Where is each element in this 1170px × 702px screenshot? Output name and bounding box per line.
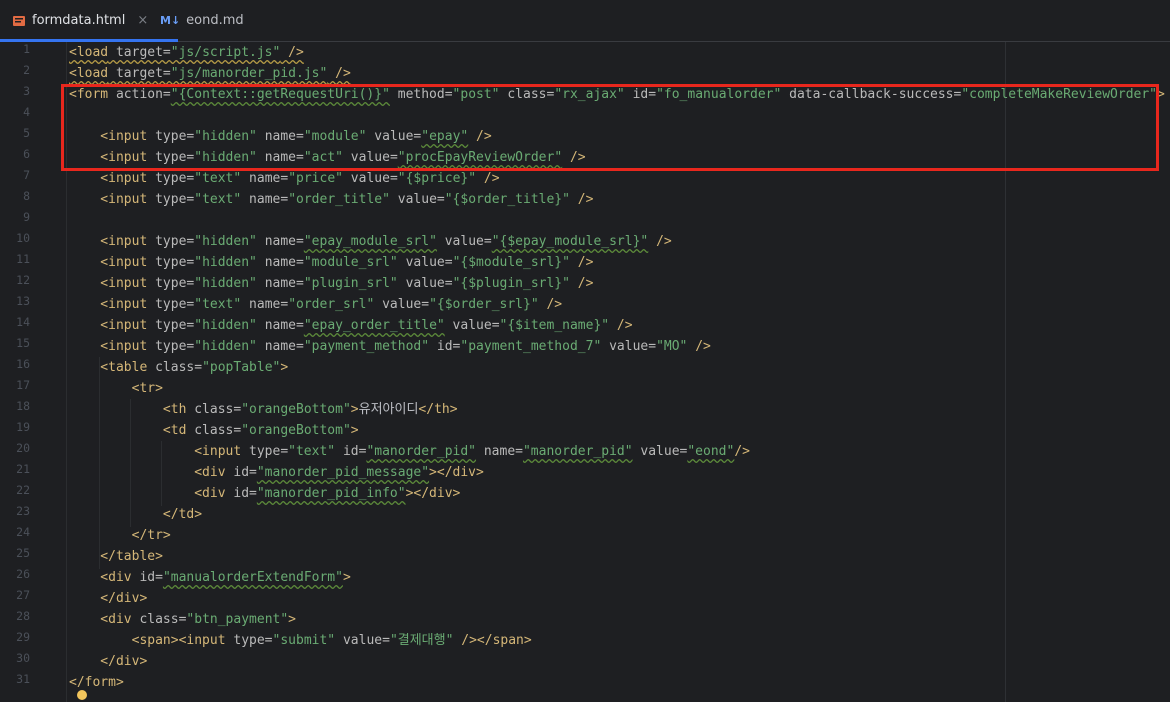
code-line: <input type="hidden" name="payment_metho…	[69, 339, 711, 354]
line-number: 27	[16, 588, 30, 602]
line-number: 17	[16, 378, 30, 392]
code-line: </form>	[69, 675, 124, 690]
code-line: <table class="popTable">	[69, 360, 289, 375]
line-number: 28	[16, 609, 30, 623]
line-number: 24	[16, 525, 30, 539]
line-number: 20	[16, 441, 30, 455]
code-line: <input type="hidden" name="module_srl" v…	[69, 255, 594, 270]
line-number: 16	[16, 357, 30, 371]
line-number: 6	[23, 147, 30, 161]
line-number: 26	[16, 567, 30, 581]
line-number: 12	[16, 273, 30, 287]
code-line: </div>	[69, 654, 148, 669]
line-number: 3	[23, 84, 30, 98]
code-line: <input type="hidden" name="module" value…	[69, 129, 492, 144]
code-line: <input type="hidden" name="plugin_srl" v…	[69, 276, 594, 291]
code-line: <load target="js/manorder_pid.js" />	[69, 66, 351, 81]
editor-tab-bar: formdata.html × M↓ eond.md	[0, 0, 1170, 42]
line-number: 22	[16, 483, 30, 497]
line-number-gutter: 1 2 3 4 5 6 7 8 9 10 11 12 13 14 15 16 1…	[0, 42, 44, 702]
code-line: <load target="js/script.js" />	[69, 45, 304, 60]
code-line: <input type="text" name="price" value="{…	[69, 171, 500, 186]
code-line: <input type="text" id="manorder_pid" nam…	[69, 444, 750, 459]
line-number: 1	[23, 42, 30, 56]
line-number: 9	[23, 210, 30, 224]
indent-guide	[66, 42, 67, 702]
code-line: </td>	[69, 507, 203, 522]
code-line: </div>	[69, 591, 148, 606]
line-number: 15	[16, 336, 30, 350]
line-number: 23	[16, 504, 30, 518]
code-line: </table>	[69, 549, 163, 564]
code-line: </tr>	[69, 528, 171, 543]
line-number: 7	[23, 168, 30, 182]
line-number: 11	[16, 252, 30, 266]
code-line: <input type="hidden" name="epay_order_ti…	[69, 318, 633, 333]
line-number: 13	[16, 294, 30, 308]
line-number: 19	[16, 420, 30, 434]
markdown-file-icon: M↓	[160, 14, 181, 27]
code-line: <td class="orangeBottom">	[69, 423, 359, 438]
tab-label: eond.md	[186, 13, 244, 28]
line-number: 2	[23, 63, 30, 77]
line-number: 10	[16, 231, 30, 245]
code-line: <input type="hidden" name="act" value="p…	[69, 150, 586, 165]
line-number: 8	[23, 189, 30, 203]
code-line: <form action="{Context::getRequestUri()}…	[69, 87, 1165, 102]
code-line: <input type="text" name="order_srl" valu…	[69, 297, 563, 312]
line-number: 25	[16, 546, 30, 560]
code-line: <div class="btn_payment">	[69, 612, 296, 627]
code-line: <div id="manualorderExtendForm">	[69, 570, 351, 585]
tab-label: formdata.html	[32, 13, 126, 28]
code-line: <div id="manorder_pid_info"></div>	[69, 486, 461, 501]
line-number: 30	[16, 651, 30, 665]
line-number: 4	[23, 105, 30, 119]
line-number: 21	[16, 462, 30, 476]
line-number: 31	[16, 672, 30, 686]
line-number: 18	[16, 399, 30, 413]
code-line: <input type="hidden" name="epay_module_s…	[69, 234, 672, 249]
code-line: <div id="manorder_pid_message"></div>	[69, 465, 484, 480]
tab-formdata-html[interactable]: formdata.html ×	[0, 0, 178, 42]
line-number: 5	[23, 126, 30, 140]
close-icon[interactable]: ×	[137, 13, 148, 28]
html-file-icon	[12, 14, 26, 28]
tab-eond-md[interactable]: M↓ eond.md	[160, 0, 270, 41]
code-line: <input type="text" name="order_title" va…	[69, 192, 594, 207]
lightbulb-icon[interactable]	[77, 690, 87, 700]
code-line: <span><input type="submit" value="결제대행" …	[69, 633, 532, 648]
code-line: <tr>	[69, 381, 163, 396]
right-margin-guide	[1005, 42, 1006, 702]
code-line: <th class="orangeBottom">유저아이디</th>	[69, 402, 458, 417]
line-number: 14	[16, 315, 30, 329]
line-number: 29	[16, 630, 30, 644]
